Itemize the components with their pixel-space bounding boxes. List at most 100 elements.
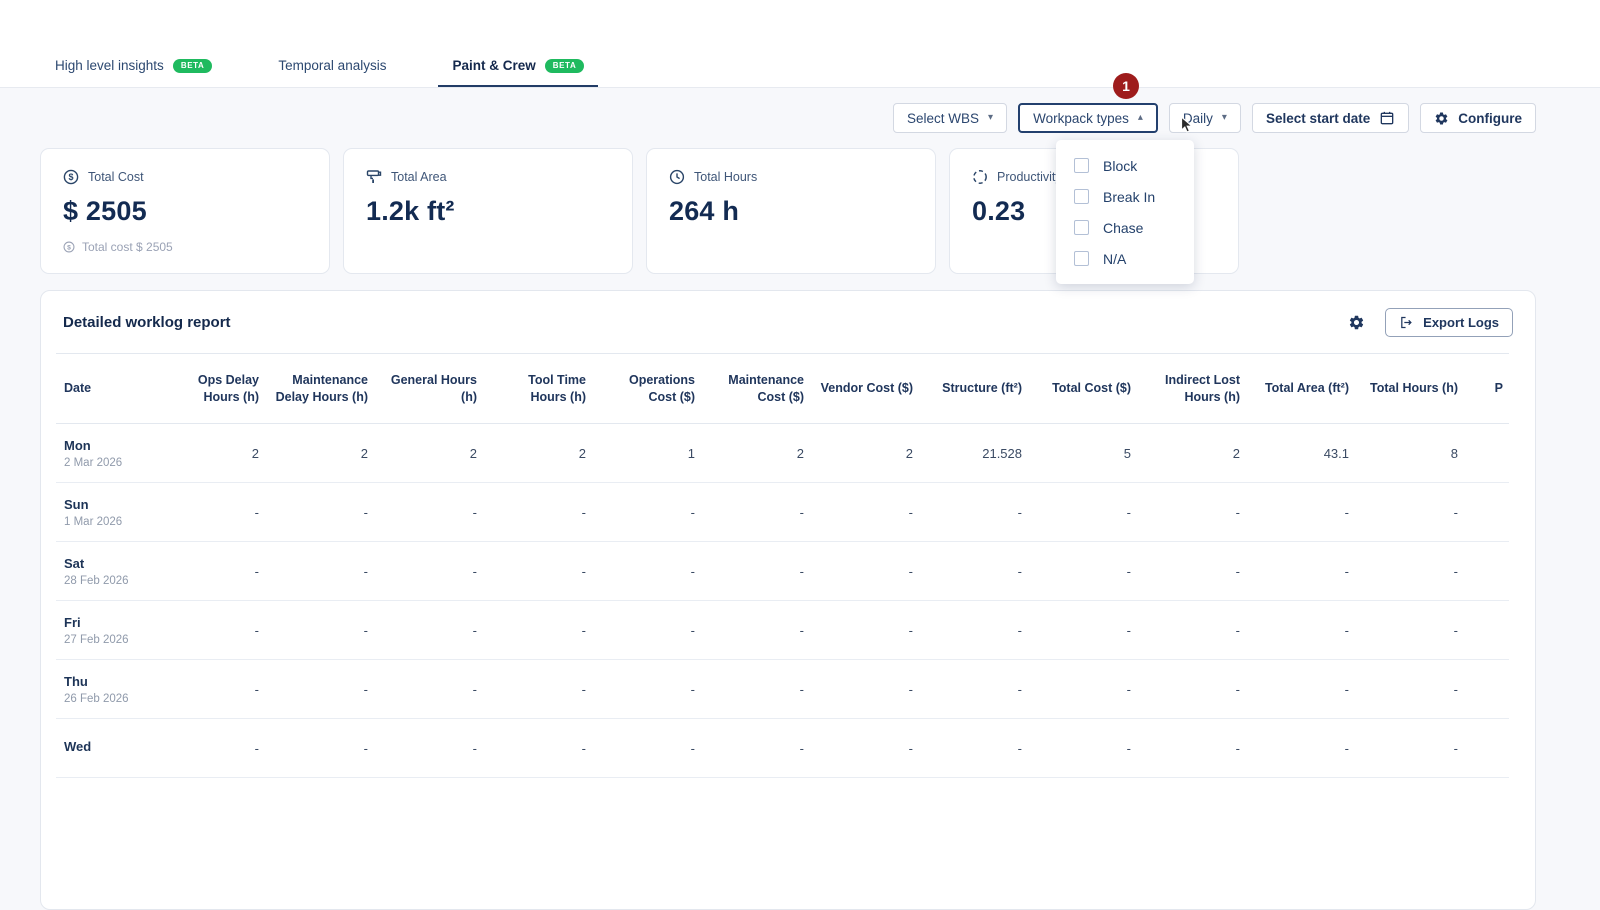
checkbox-icon[interactable]: [1074, 251, 1089, 266]
date-cell: Sun1 Mar 2026: [56, 483, 156, 542]
day-label: Mon: [64, 438, 150, 453]
date-cell: Wed: [56, 719, 156, 778]
table-cell: -: [1246, 483, 1355, 542]
table-cell: -: [1355, 660, 1464, 719]
table-cell: -: [919, 719, 1028, 778]
workpack-option-chase[interactable]: Chase: [1056, 212, 1194, 243]
column-header: Tool Time Hours (h): [483, 354, 592, 424]
table-settings-gear-icon[interactable]: [1348, 314, 1365, 331]
kpi-label: Productivity: [997, 170, 1062, 184]
checkbox-icon[interactable]: [1074, 158, 1089, 173]
checkbox-icon[interactable]: [1074, 189, 1089, 204]
table-row: Fri27 Feb 2026------------: [56, 601, 1509, 660]
table-cell: -: [374, 601, 483, 660]
tab-label: Temporal analysis: [278, 58, 386, 73]
table-cell: -: [919, 601, 1028, 660]
day-label: Sat: [64, 556, 150, 571]
workpack-option-label: Chase: [1103, 220, 1143, 236]
configure-button[interactable]: Configure: [1420, 103, 1536, 133]
table-cell: -: [701, 660, 810, 719]
date-label: 1 Mar 2026: [64, 516, 150, 528]
report-title: Detailed worklog report: [63, 314, 231, 331]
table-cell: -: [1028, 542, 1137, 601]
top-navigation-bar: High level insights BETA Temporal analys…: [0, 0, 1600, 88]
table-cell: -: [919, 483, 1028, 542]
workpack-option-break-in[interactable]: Break In: [1056, 181, 1194, 212]
productivity-icon: [972, 169, 988, 185]
workpack-option-n-a[interactable]: N/A: [1056, 243, 1194, 274]
export-logs-label: Export Logs: [1423, 315, 1499, 330]
table-cell: -: [156, 483, 265, 542]
table-cell: -: [592, 542, 701, 601]
table-cell: -: [1137, 660, 1246, 719]
checkbox-icon[interactable]: [1074, 220, 1089, 235]
kpi-label: Total Area: [391, 170, 447, 184]
kpi-subtext: Total cost $ 2505: [82, 240, 173, 254]
chevron-up-icon: ▴: [1138, 113, 1143, 123]
kpi-card-total-cost: $ Total Cost $ 2505 $ Total cost $ 2505: [40, 148, 330, 274]
table-cell: 8: [1355, 424, 1464, 483]
table-cell: -: [1137, 542, 1246, 601]
filter-toolbar: Select WBS ▾ Workpack types ▴ Daily ▾ Se…: [893, 103, 1536, 133]
table-cell: -: [701, 601, 810, 660]
date-label: 27 Feb 2026: [64, 634, 150, 646]
table-cell: 2: [374, 424, 483, 483]
table-cell: -: [810, 542, 919, 601]
table-cell: -: [156, 660, 265, 719]
table-cell: -: [374, 542, 483, 601]
table-cell: [1464, 660, 1509, 719]
beta-badge: BETA: [173, 59, 213, 73]
workpack-option-block[interactable]: Block: [1056, 150, 1194, 181]
column-header: Vendor Cost ($): [810, 354, 919, 424]
table-cell: -: [374, 483, 483, 542]
table-cell: -: [701, 483, 810, 542]
table-cell: -: [156, 601, 265, 660]
table-row: Mon2 Mar 2026222212221.5285243.18: [56, 424, 1509, 483]
export-icon: [1399, 315, 1414, 330]
column-header: Ops Delay Hours (h): [156, 354, 265, 424]
table-cell: -: [265, 542, 374, 601]
svg-text:$: $: [68, 172, 73, 182]
table-cell: 2: [156, 424, 265, 483]
kpi-card-total-hours: Total Hours 264 h: [646, 148, 936, 274]
tab-paint-and-crew[interactable]: Paint & Crew BETA: [452, 58, 584, 87]
table-cell: -: [265, 660, 374, 719]
table-cell: [1464, 424, 1509, 483]
workpack-types-menu: Block Break In Chase N/A: [1056, 140, 1194, 284]
table-cell: -: [265, 719, 374, 778]
column-header: Operations Cost ($): [592, 354, 701, 424]
table-row: Sun1 Mar 2026------------: [56, 483, 1509, 542]
tab-temporal-analysis[interactable]: Temporal analysis: [278, 58, 386, 87]
table-cell: -: [1246, 601, 1355, 660]
table-cell: -: [1137, 719, 1246, 778]
table-cell: 21.528: [919, 424, 1028, 483]
table-cell: 1: [592, 424, 701, 483]
worklog-table-container[interactable]: DateOps Delay Hours (h)Maintenance Delay…: [41, 353, 1535, 778]
table-cell: -: [701, 542, 810, 601]
table-cell: -: [701, 719, 810, 778]
step-annotation-badge: 1: [1113, 73, 1139, 99]
select-wbs-label: Select WBS: [907, 111, 979, 126]
workpack-types-dropdown[interactable]: Workpack types ▴: [1018, 103, 1158, 133]
export-logs-button[interactable]: Export Logs: [1385, 308, 1513, 337]
table-cell: -: [810, 660, 919, 719]
table-row: Sat28 Feb 2026------------: [56, 542, 1509, 601]
workpack-option-label: Block: [1103, 158, 1137, 174]
table-cell: -: [156, 542, 265, 601]
select-wbs-dropdown[interactable]: Select WBS ▾: [893, 103, 1007, 133]
table-cell: -: [1355, 601, 1464, 660]
tab-high-level-insights[interactable]: High level insights BETA: [55, 58, 212, 87]
table-cell: 2: [810, 424, 919, 483]
workpack-types-label: Workpack types: [1033, 111, 1129, 126]
table-cell: [1464, 719, 1509, 778]
column-header: Date: [56, 354, 156, 424]
dollar-circle-icon: $: [63, 169, 79, 185]
gear-icon: [1434, 111, 1449, 126]
chevron-down-icon: ▾: [988, 113, 993, 123]
table-cell: -: [265, 601, 374, 660]
tab-label: Paint & Crew: [452, 58, 535, 73]
table-cell: -: [1246, 660, 1355, 719]
column-header: Maintenance Delay Hours (h): [265, 354, 374, 424]
configure-label: Configure: [1458, 111, 1522, 126]
select-start-date-button[interactable]: Select start date: [1252, 103, 1409, 133]
